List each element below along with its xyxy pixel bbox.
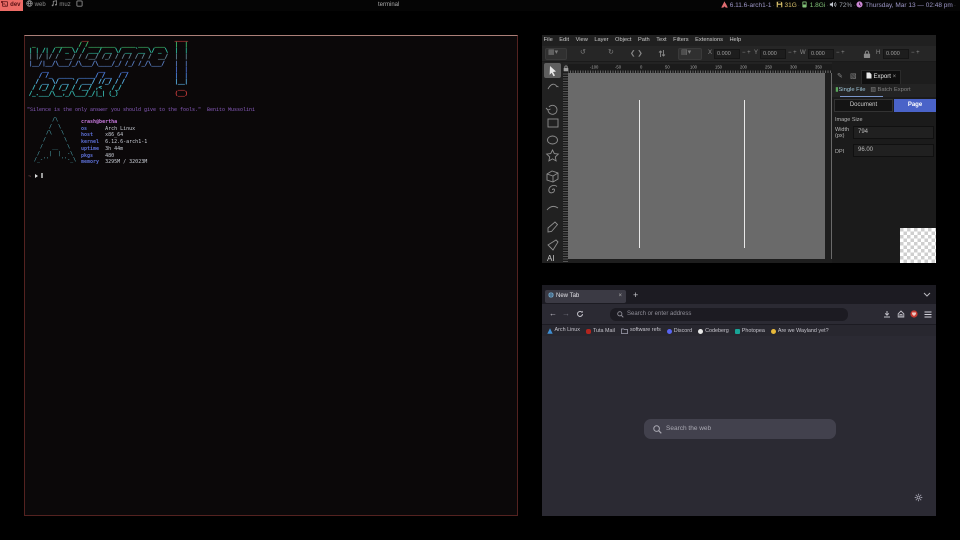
svg-text:200: 200 xyxy=(740,65,748,70)
svg-text:-100: -100 xyxy=(590,65,599,70)
svg-text:AI: AI xyxy=(547,254,555,263)
svg-text:50: 50 xyxy=(665,65,670,70)
svg-text:300: 300 xyxy=(790,65,798,70)
svg-text:250: 250 xyxy=(765,65,773,70)
svg-text:0: 0 xyxy=(640,65,643,70)
svg-text:-50: -50 xyxy=(615,65,622,70)
svg-text:100: 100 xyxy=(690,65,698,70)
svg-text:150: 150 xyxy=(715,65,723,70)
svg-text:350: 350 xyxy=(815,65,823,70)
